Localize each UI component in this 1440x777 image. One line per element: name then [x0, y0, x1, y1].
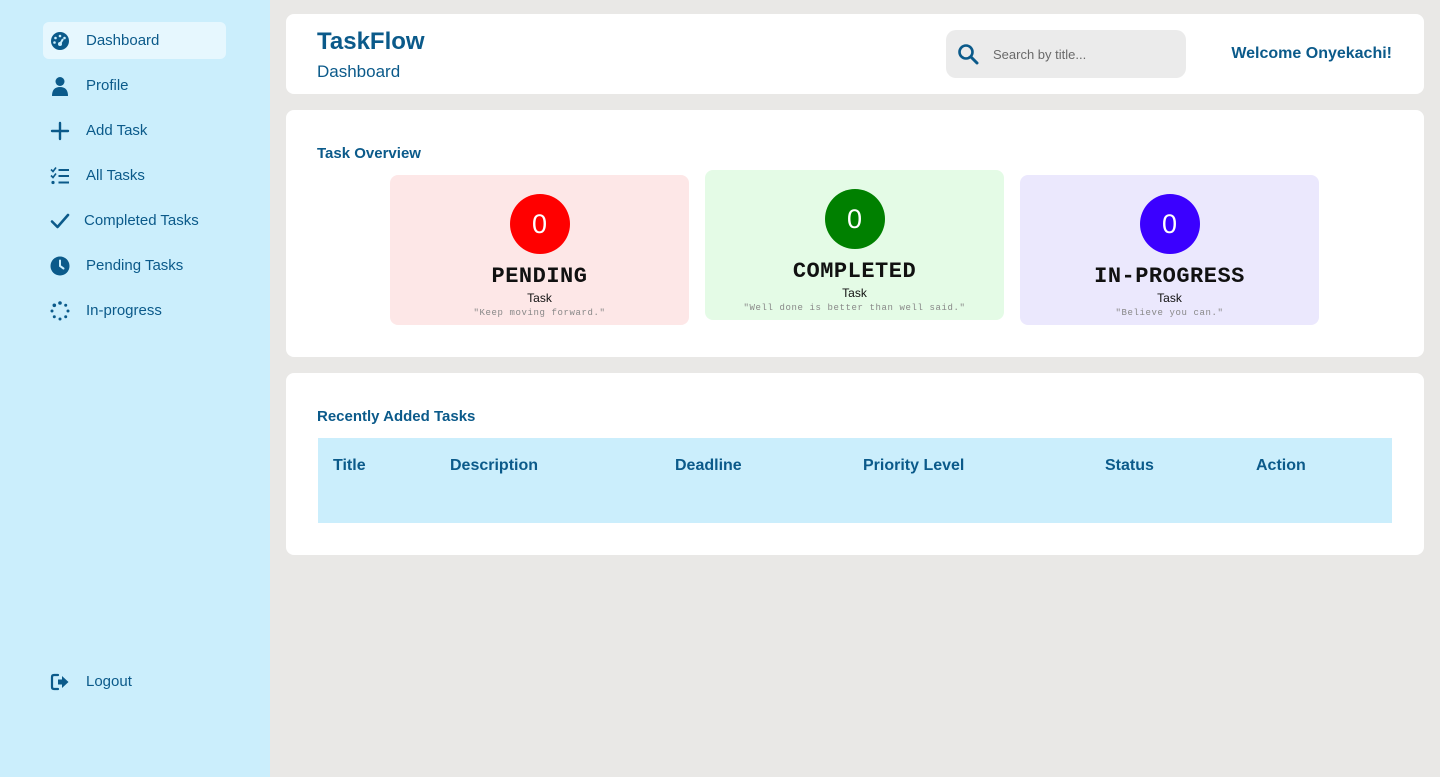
sidebar-item-add-task[interactable]: Add Task	[43, 112, 226, 149]
plus-icon	[50, 121, 70, 141]
sidebar-item-label: Completed Tasks	[84, 212, 199, 229]
pending-card[interactable]: 0 PENDING Task "Keep moving forward."	[390, 175, 689, 325]
search-icon[interactable]	[957, 43, 979, 65]
in-progress-card[interactable]: 0 IN-PROGRESS Task "Believe you can."	[1020, 175, 1319, 325]
welcome-message: Welcome Onyekachi!	[1231, 45, 1392, 62]
search-input[interactable]	[993, 46, 1173, 62]
sidebar: Dashboard Profile Add Task All Tasks Com…	[0, 0, 270, 777]
pending-sub: Task	[527, 291, 552, 305]
recent-tasks-section: Recently Added Tasks Title Description D…	[286, 373, 1424, 555]
column-header-deadline[interactable]: Deadline	[675, 457, 742, 475]
pending-title: PENDING	[491, 264, 588, 289]
sidebar-item-dashboard[interactable]: Dashboard	[43, 22, 226, 59]
sidebar-item-completed-tasks[interactable]: Completed Tasks	[43, 202, 226, 239]
completed-quote: "Well done is better than well said."	[743, 303, 966, 313]
header: TaskFlow Dashboard Welcome Onyekachi!	[286, 14, 1424, 94]
sidebar-item-profile[interactable]: Profile	[43, 67, 226, 104]
logout-label: Logout	[86, 673, 132, 690]
completed-title: COMPLETED	[792, 259, 917, 284]
sidebar-item-label: Add Task	[86, 122, 148, 139]
sidebar-item-label: In-progress	[86, 302, 162, 319]
sidebar-item-pending-tasks[interactable]: Pending Tasks	[43, 247, 226, 284]
table-header: Title Description Deadline Priority Leve…	[318, 438, 1392, 523]
brand-title: TaskFlow	[317, 28, 425, 55]
column-header-status[interactable]: Status	[1105, 457, 1154, 475]
in-progress-quote: "Believe you can."	[1115, 308, 1224, 318]
spinner-icon	[50, 300, 70, 321]
check-icon	[50, 211, 70, 231]
completed-count: 0	[824, 189, 885, 249]
in-progress-title: IN-PROGRESS	[1094, 264, 1245, 289]
search-box[interactable]	[946, 30, 1186, 78]
logout-button[interactable]: Logout	[43, 663, 226, 700]
logout-icon	[50, 672, 70, 692]
column-header-title[interactable]: Title	[333, 457, 366, 475]
sidebar-item-label: Dashboard	[86, 32, 160, 49]
pending-quote: "Keep moving forward."	[473, 308, 606, 318]
completed-sub: Task	[842, 286, 867, 300]
sidebar-item-label: Pending Tasks	[86, 257, 184, 274]
gauge-icon	[50, 31, 70, 51]
task-overview-section: Task Overview 0 PENDING Task "Keep movin…	[286, 110, 1424, 357]
clock-icon	[50, 256, 70, 276]
in-progress-count: 0	[1139, 194, 1200, 254]
column-header-priority[interactable]: Priority Level	[863, 457, 964, 475]
sidebar-item-in-progress[interactable]: In-progress	[43, 292, 226, 329]
section-title: Recently Added Tasks	[317, 408, 476, 425]
column-header-description[interactable]: Description	[450, 457, 538, 475]
pending-count: 0	[509, 194, 570, 254]
section-title: Task Overview	[317, 145, 421, 162]
column-header-action[interactable]: Action	[1256, 457, 1306, 475]
completed-card[interactable]: 0 COMPLETED Task "Well done is better th…	[705, 170, 1004, 320]
sidebar-item-label: All Tasks	[86, 167, 145, 184]
sidebar-item-label: Profile	[86, 77, 129, 94]
user-icon	[50, 76, 70, 96]
page-title: Dashboard	[317, 62, 401, 81]
list-check-icon	[50, 166, 70, 186]
sidebar-item-all-tasks[interactable]: All Tasks	[43, 157, 226, 194]
in-progress-sub: Task	[1157, 291, 1182, 305]
